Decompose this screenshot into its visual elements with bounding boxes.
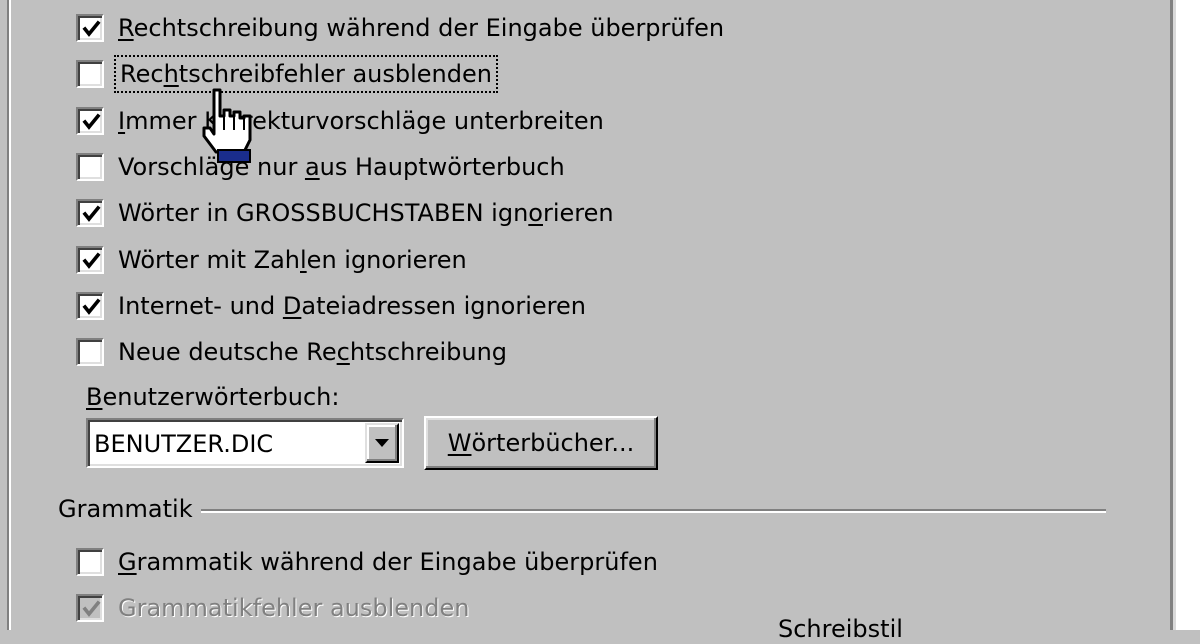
custom-dictionary-label: Benutzerwörterbuch: bbox=[86, 382, 339, 412]
checkmark-icon bbox=[82, 298, 101, 315]
grammar-option-label: Grammatik während der Eingabe überprüfen bbox=[118, 548, 658, 576]
dialog-left-edge bbox=[0, 0, 11, 630]
checkbox[interactable] bbox=[76, 548, 104, 576]
checkmark-icon bbox=[82, 205, 101, 223]
dictionaries-button-rest: örterbücher... bbox=[471, 429, 635, 457]
spelling-option-row[interactable]: Wörter in GROSSBUCHSTABEN ignorieren bbox=[76, 196, 614, 230]
spelling-option-label: Immer Korrekturvorschläge unterbreiten bbox=[118, 106, 604, 135]
dictionaries-button[interactable]: Wörterbücher... bbox=[424, 416, 658, 470]
grammar-group-title: Grammatik bbox=[58, 494, 201, 524]
dialog-right-edge bbox=[1170, 0, 1200, 630]
mnemonic-letter: D bbox=[282, 291, 302, 320]
hand-pointer-icon bbox=[202, 88, 252, 163]
checkbox[interactable] bbox=[76, 152, 104, 181]
spelling-option-row[interactable]: Rechtschreibfehler ausblenden bbox=[76, 55, 498, 94]
spelling-option-row[interactable]: Vorschläge nur aus Hauptwörterbuch bbox=[76, 150, 565, 184]
checkmark-icon bbox=[82, 113, 101, 130]
custom-dictionary-value: BENUTZER.DIC bbox=[94, 430, 274, 458]
mnemonic-letter: G bbox=[118, 548, 137, 576]
spelling-option-row[interactable]: Rechtschreibung während der Eingabe über… bbox=[76, 11, 724, 45]
checkmark-icon bbox=[82, 251, 101, 269]
checkbox[interactable] bbox=[76, 245, 104, 274]
checkmark-icon bbox=[82, 20, 101, 37]
spelling-option-label: Wörter mit Zahlen ignorieren bbox=[118, 245, 467, 274]
mnemonic-letter: I bbox=[118, 106, 126, 135]
combobox-dropdown-button[interactable] bbox=[365, 423, 399, 463]
checkbox[interactable] bbox=[76, 14, 104, 42]
mnemonic-letter: c bbox=[336, 338, 350, 367]
writing-style-label: Schreibstil bbox=[778, 615, 903, 643]
chevron-down-icon bbox=[375, 439, 389, 447]
spelling-option-label: Wörter in GROSSBUCHSTABEN ignorieren bbox=[118, 199, 614, 228]
spelling-option-label: Vorschläge nur aus Hauptwörterbuch bbox=[118, 152, 565, 181]
checkmark-icon bbox=[82, 600, 101, 617]
checkbox[interactable] bbox=[76, 199, 104, 228]
spelling-option-label: Rechtschreibung während der Eingabe über… bbox=[118, 14, 725, 42]
spelling-option-label: Rechtschreibfehler ausblenden bbox=[114, 55, 498, 94]
mnemonic-letter: a bbox=[304, 152, 320, 181]
checkbox[interactable] bbox=[76, 338, 104, 367]
checkbox[interactable] bbox=[76, 60, 104, 89]
mnemonic-letter: l bbox=[300, 245, 307, 274]
checkbox bbox=[76, 594, 104, 622]
checkbox[interactable] bbox=[76, 291, 104, 320]
custom-dictionary-label-rest: enutzerwörterbuch: bbox=[102, 383, 340, 411]
checkbox[interactable] bbox=[76, 106, 104, 135]
grammar-group-divider bbox=[200, 509, 1106, 513]
mnemonic-letter: R bbox=[118, 14, 134, 42]
mnemonic-letter: o bbox=[528, 199, 543, 228]
spelling-option-row[interactable]: Immer Korrekturvorschläge unterbreiten bbox=[76, 104, 604, 138]
grammar-option-row[interactable]: Grammatikfehler ausblenden bbox=[76, 591, 469, 625]
spelling-option-row[interactable]: Wörter mit Zahlen ignorieren bbox=[76, 243, 467, 277]
custom-dictionary-label-mnemonic: B bbox=[86, 383, 103, 411]
grammar-option-row[interactable]: Grammatik während der Eingabe überprüfen bbox=[76, 545, 658, 579]
dictionaries-button-mnemonic: W bbox=[447, 429, 472, 457]
spelling-option-row[interactable]: Neue deutsche Rechtschreibung bbox=[76, 335, 507, 369]
mnemonic-letter: h bbox=[163, 60, 179, 89]
spelling-option-label: Neue deutsche Rechtschreibung bbox=[118, 338, 508, 367]
spelling-option-label: Internet- und Dateiadressen ignorieren bbox=[118, 291, 586, 320]
grammar-option-label: Grammatikfehler ausblenden bbox=[118, 594, 470, 622]
custom-dictionary-combobox[interactable]: BENUTZER.DIC bbox=[86, 418, 404, 468]
spelling-option-row[interactable]: Internet- und Dateiadressen ignorieren bbox=[76, 289, 586, 323]
